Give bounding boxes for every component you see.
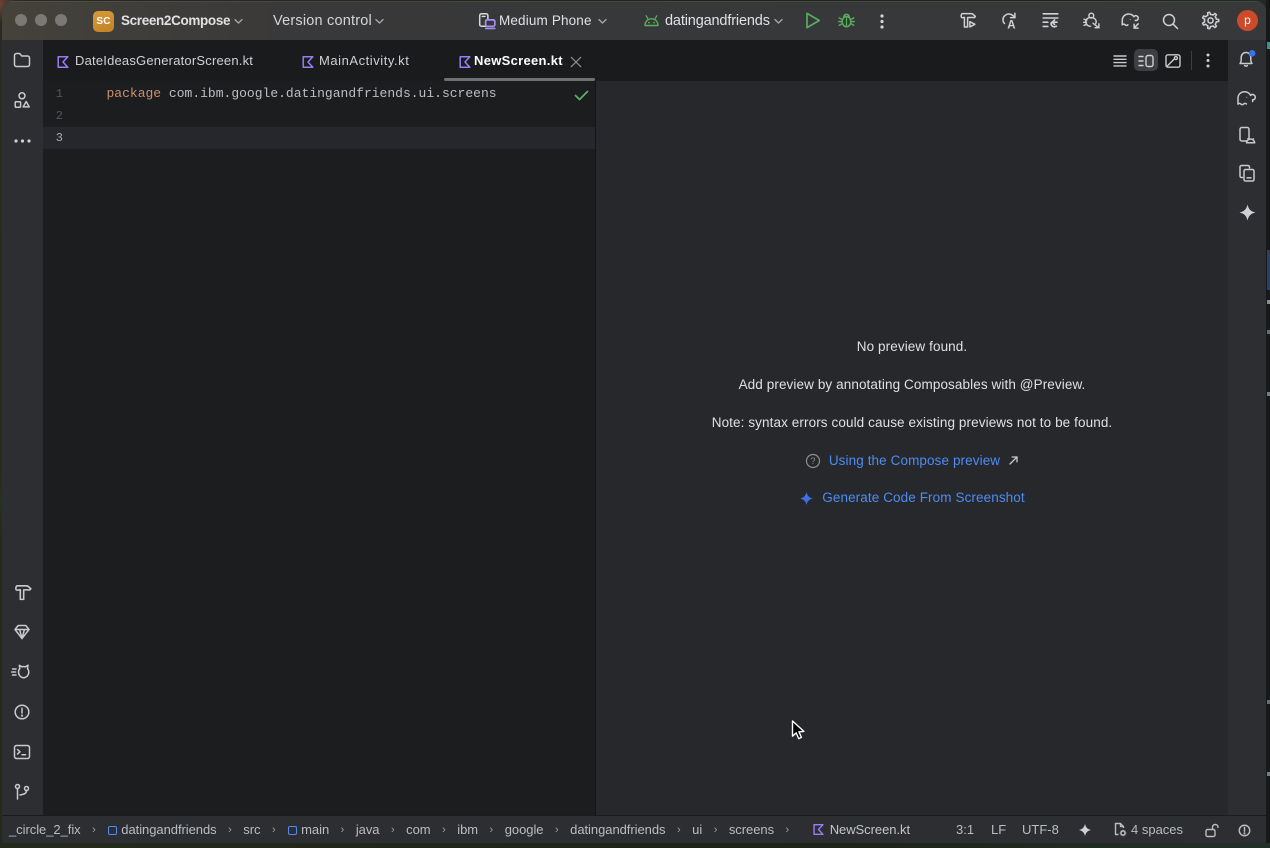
svg-text:?: ? bbox=[810, 456, 815, 466]
svg-text:A: A bbox=[1007, 19, 1015, 30]
